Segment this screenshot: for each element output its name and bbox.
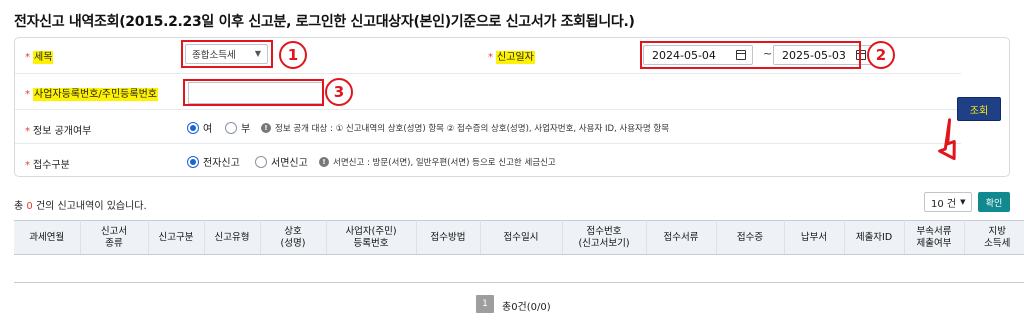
confirm-button[interactable]: 확인 [978,192,1010,212]
column-header: 제출자ID [844,220,905,255]
biz-number-label: * 사업자등록번호/주민등록번호 [25,88,158,101]
column-header: 과세연월 [14,220,81,255]
row-disclosure: * 정보 공개여부 여 부 ! 정보 공개 대상 : ① 신고내역의 상호(성명) … [15,110,965,144]
row-biz-number: * 사업자등록번호/주민등록번호 3 [15,74,965,108]
column-header: 접수서류 [646,220,717,255]
column-header: 사업자(주민) 등록번호 [326,220,417,255]
per-page-value: 10 건 [931,198,957,210]
per-page-select[interactable]: 10 건 ▼ [924,192,972,212]
pagination-summary: 총0건(0/0) [502,302,551,313]
row-tax-type: * 세목 종합소득세 ▼ 1 * 신고일자 2024-05-04 ~ 2025-05-… [15,38,965,72]
info-icon: ! [261,123,271,133]
cursor-arrow-icon [938,118,956,161]
column-header: 상호 (성명) [260,220,327,255]
column-header: 납부서 [784,220,845,255]
annotation-box-3 [183,79,324,106]
disclosure-yes-radio[interactable]: 여 [187,120,212,135]
annotation-box-2 [640,41,861,69]
column-header: 지방 소득세 [964,220,1024,255]
table-empty-cell [14,254,1024,283]
receipt-electronic-label: 전자신고 [203,158,240,169]
column-header: 신고서 종류 [80,220,149,255]
radio-unchecked-icon [255,155,267,168]
receipt-paper-label: 서면신고 [271,158,308,169]
column-header: 신고구분 [148,220,205,255]
column-header: 신고유형 [204,220,261,255]
receipt-note-text: 서면신고 : 방문(서면), 일반우편(서면) 등으로 신고한 세금신고 [333,158,556,168]
result-count: 총 0 건의 신고내역이 있습니다. [14,201,147,212]
annotation-marker-2: 2 [867,41,895,69]
column-header: 접수증 [716,220,785,255]
info-icon: ! [319,157,329,167]
disclosure-no-radio[interactable]: 부 [225,120,250,135]
receipt-note: ! 서면신고 : 방문(서면), 일반우편(서면) 등으로 신고한 세금신고 [319,156,556,168]
row-receipt-type: * 접수구분 전자신고 서면신고 ! 서면신고 : 방문(서면), 일반우편(서면)… [15,144,965,178]
disclosure-note-text: 정보 공개 대상 : ① 신고내역의 상호(성명) 항목 ② 접수증의 상호(성… [275,124,670,134]
annotation-marker-3: 3 [325,78,353,106]
page-1-button[interactable]: 1 [476,295,494,313]
column-header: 접수일시 [480,220,563,255]
receipt-electronic-radio[interactable]: 전자신고 [187,154,240,169]
filing-date-label: * 신고일자 [488,51,535,64]
disclosure-label: * 정보 공개여부 [25,126,92,137]
annotation-box-1 [181,40,273,68]
table-empty-row [14,254,1024,283]
disclosure-no-label: 부 [241,124,251,135]
radio-unchecked-icon [225,121,237,134]
receipt-type-label: * 접수구분 [25,160,70,171]
column-header: 접수방법 [416,220,481,255]
table-header-row: 과세연월 신고서 종류 신고구분 신고유형 상호 (성명) 사업자(주민) 등록번호 접수방법 접수… [14,220,1024,255]
disclosure-note: ! 정보 공개 대상 : ① 신고내역의 상호(성명) 항목 ② 접수증의 상호(… [261,122,669,134]
column-header: 접수번호 (신고서보기) [562,220,647,255]
radio-checked-icon [187,155,199,168]
radio-checked-icon [187,121,199,134]
chevron-down-icon: ▼ [960,198,966,206]
column-header: 부속서류 제출여부 [904,220,965,255]
receipt-paper-radio[interactable]: 서면신고 [255,154,308,169]
search-panel: * 세목 종합소득세 ▼ 1 * 신고일자 2024-05-04 ~ 2025-05-… [14,37,1010,177]
tax-type-label: * 세목 [25,51,54,64]
page-title: 전자신고 내역조회(2015.2.23일 이후 신고분, 로그인한 신고대상자(… [14,14,635,30]
results-table: 과세연월 신고서 종류 신고구분 신고유형 상호 (성명) 사업자(주민) 등록번호 접수방법 접수… [14,220,1024,283]
annotation-marker-1: 1 [279,41,307,69]
disclosure-yes-label: 여 [203,124,213,135]
